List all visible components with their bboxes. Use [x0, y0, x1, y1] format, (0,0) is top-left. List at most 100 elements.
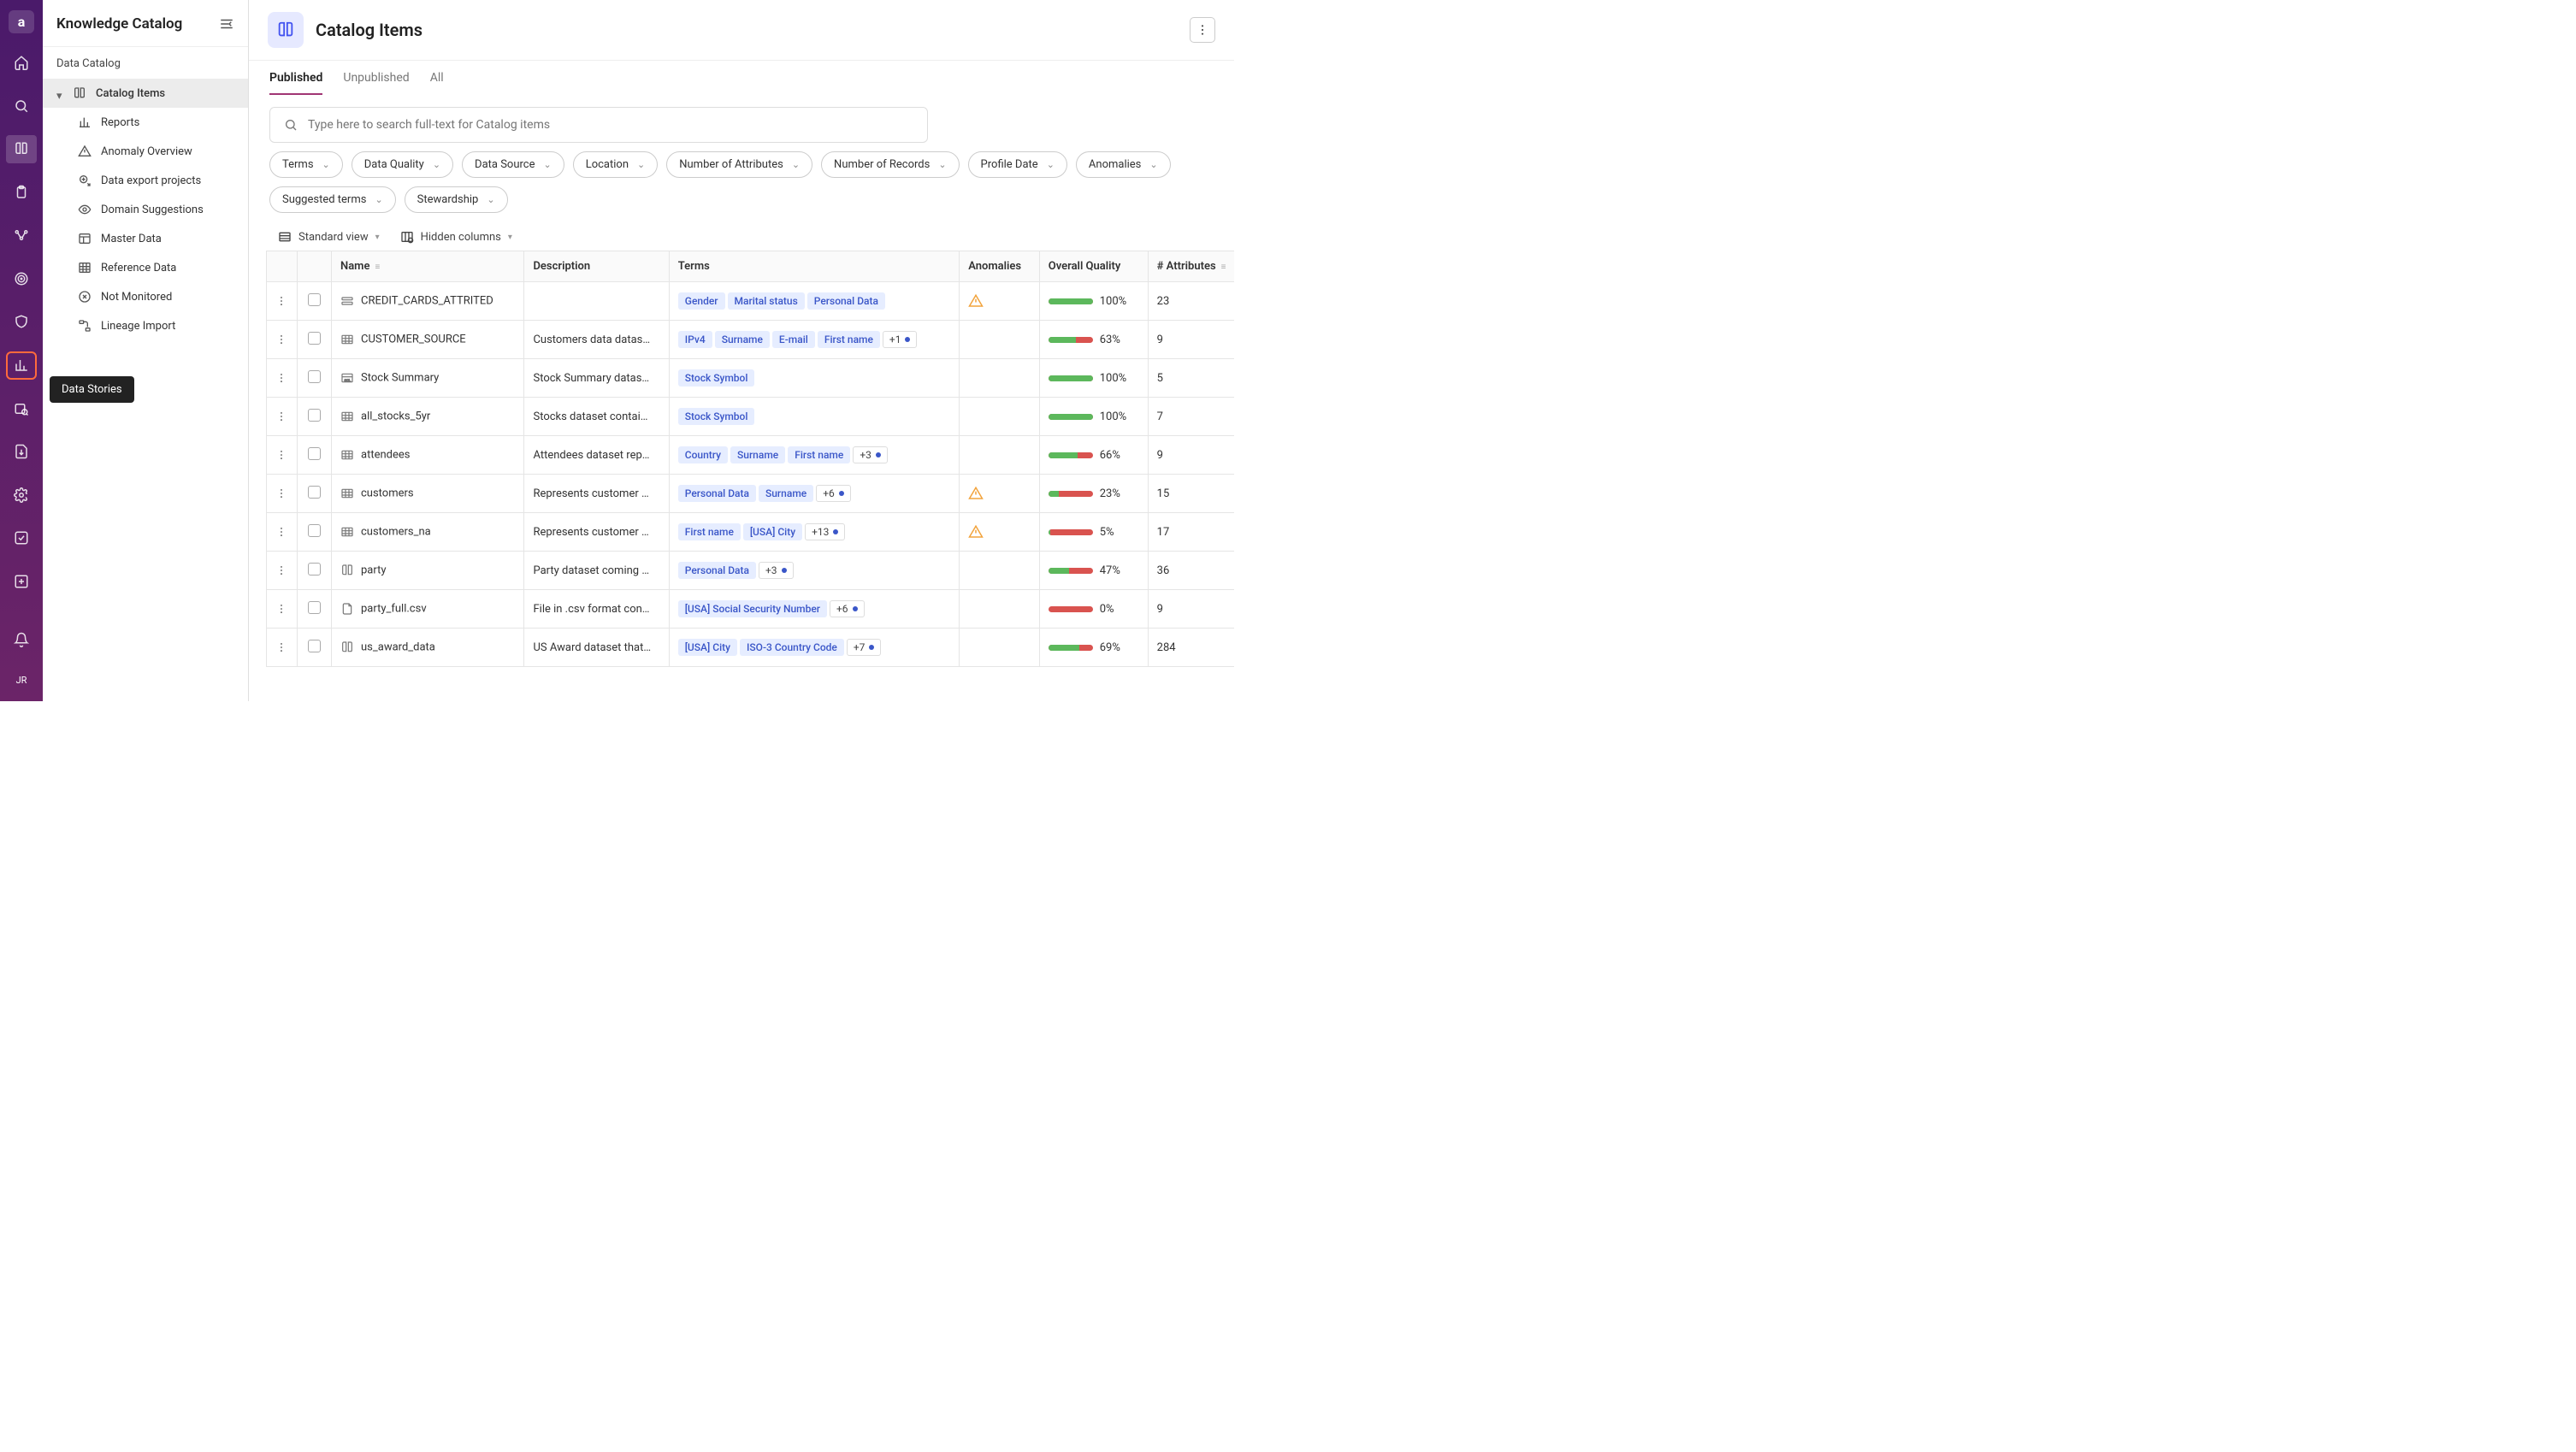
col-terms[interactable]: Terms	[669, 251, 959, 282]
term-tag[interactable]: First name	[818, 331, 880, 348]
term-tag[interactable]: Stock Symbol	[678, 408, 755, 425]
tab-all[interactable]: All	[430, 71, 444, 95]
table-row[interactable]: SQLStock SummaryStock Summary datas…Stoc…	[267, 359, 1235, 398]
filter-chip[interactable]: Number of Records⌄	[821, 151, 960, 178]
tab-unpublished[interactable]: Unpublished	[343, 71, 409, 95]
tree-item-reports[interactable]: Reports	[43, 108, 248, 137]
col-anomalies[interactable]: Anomalies	[960, 251, 1040, 282]
more-terms-badge[interactable]: +3	[853, 446, 888, 463]
collapse-panel-icon[interactable]	[219, 16, 234, 32]
page-more-button[interactable]	[1190, 17, 1215, 43]
term-tag[interactable]: Personal Data	[807, 292, 885, 310]
data-stories-icon[interactable]	[6, 351, 37, 380]
more-terms-badge[interactable]: +3	[759, 562, 794, 579]
knowledge-catalog-icon[interactable]	[6, 135, 37, 163]
term-tag[interactable]: First name	[678, 523, 741, 540]
filter-chip[interactable]: Data Quality⌄	[352, 151, 453, 178]
graph-icon[interactable]	[6, 221, 37, 250]
table-row[interactable]: CUSTOMER_SOURCECustomers data datas…IPv4…	[267, 321, 1235, 359]
tree-item-domain-suggestions[interactable]: Domain Suggestions	[43, 195, 248, 224]
export-icon[interactable]	[6, 438, 37, 466]
row-more-icon[interactable]	[275, 333, 288, 345]
term-tag[interactable]: Personal Data	[678, 562, 756, 579]
row-more-icon[interactable]	[275, 449, 288, 461]
row-more-icon[interactable]	[275, 410, 288, 422]
col-attributes[interactable]: # Attributes≡	[1148, 251, 1234, 282]
filter-chip[interactable]: Data Source⌄	[462, 151, 564, 178]
table-row[interactable]: all_stocks_5yrStocks dataset contai…Stoc…	[267, 398, 1235, 436]
row-more-icon[interactable]	[275, 295, 288, 307]
row-checkbox[interactable]	[308, 332, 321, 345]
more-terms-badge[interactable]: +6	[816, 485, 851, 502]
more-terms-badge[interactable]: +6	[830, 600, 865, 617]
term-tag[interactable]: Country	[678, 446, 728, 463]
target-icon[interactable]	[6, 265, 37, 293]
tree-item-lineage-import[interactable]: Lineage Import	[43, 311, 248, 340]
table-row[interactable]: attendeesAttendees dataset rep…CountrySu…	[267, 436, 1235, 475]
tab-published[interactable]: Published	[269, 71, 322, 95]
search-input[interactable]	[308, 118, 913, 132]
search-icon[interactable]	[6, 92, 37, 121]
row-checkbox[interactable]	[308, 486, 321, 499]
term-tag[interactable]: [USA] City	[678, 639, 737, 656]
table-row[interactable]: customers_naRepresents customer …First n…	[267, 513, 1235, 552]
col-name[interactable]: Name≡	[332, 251, 524, 282]
table-row[interactable]: customersRepresents customer …Personal D…	[267, 475, 1235, 513]
home-icon[interactable]	[6, 49, 37, 77]
filter-chip[interactable]: Location⌄	[573, 151, 659, 178]
row-more-icon[interactable]	[275, 641, 288, 653]
term-tag[interactable]: Surname	[715, 331, 770, 348]
more-terms-badge[interactable]: +7	[847, 639, 882, 656]
row-more-icon[interactable]	[275, 526, 288, 538]
filter-chip[interactable]: Suggested terms⌄	[269, 186, 396, 213]
row-more-icon[interactable]	[275, 603, 288, 615]
term-tag[interactable]: E-mail	[772, 331, 815, 348]
table-row[interactable]: us_award_dataUS Award dataset that…[USA]…	[267, 629, 1235, 667]
standard-view-toggle[interactable]: Standard view ▾	[278, 230, 380, 244]
term-tag[interactable]: IPv4	[678, 331, 712, 348]
tree-item-not-monitored[interactable]: Not Monitored	[43, 282, 248, 311]
tree-item-anomaly-overview[interactable]: Anomaly Overview	[43, 137, 248, 166]
table-row[interactable]: party_full.csvFile in .csv format con…[U…	[267, 590, 1235, 629]
term-tag[interactable]: Stock Symbol	[678, 369, 755, 387]
tree-item-reference-data[interactable]: Reference Data	[43, 253, 248, 282]
row-checkbox[interactable]	[308, 447, 321, 460]
hidden-columns-toggle[interactable]: Hidden columns ▾	[400, 230, 512, 244]
row-more-icon[interactable]	[275, 564, 288, 576]
row-checkbox[interactable]	[308, 370, 321, 383]
col-description[interactable]: Description	[524, 251, 669, 282]
tree-item-master-data[interactable]: Master Data	[43, 224, 248, 253]
row-more-icon[interactable]	[275, 372, 288, 384]
row-more-icon[interactable]	[275, 487, 288, 499]
bell-icon[interactable]	[6, 626, 37, 654]
row-checkbox[interactable]	[308, 524, 321, 537]
tree-root-catalog-items[interactable]: ▾ Catalog Items	[43, 79, 248, 108]
search-box[interactable]	[269, 107, 928, 143]
term-tag[interactable]: [USA] City	[743, 523, 802, 540]
app-logo[interactable]: a	[9, 10, 34, 33]
row-checkbox[interactable]	[308, 563, 321, 575]
term-tag[interactable]: Gender	[678, 292, 725, 310]
clipboard-icon[interactable]	[6, 179, 37, 207]
table-row[interactable]: CREDIT_CARDS_ATTRITEDGenderMarital statu…	[267, 282, 1235, 321]
row-checkbox[interactable]	[308, 293, 321, 306]
check-icon[interactable]	[6, 524, 37, 552]
explore-icon[interactable]	[6, 395, 37, 423]
filter-chip[interactable]: Profile Date⌄	[968, 151, 1067, 178]
more-terms-badge[interactable]: +1	[883, 331, 918, 348]
user-avatar[interactable]: JR	[9, 670, 33, 691]
col-quality[interactable]: Overall Quality	[1039, 251, 1148, 282]
more-terms-badge[interactable]: +13	[805, 523, 845, 540]
term-tag[interactable]: Marital status	[728, 292, 805, 310]
filter-chip[interactable]: Anomalies⌄	[1076, 151, 1171, 178]
row-checkbox[interactable]	[308, 640, 321, 652]
term-tag[interactable]: ISO-3 Country Code	[740, 639, 844, 656]
term-tag[interactable]: First name	[788, 446, 850, 463]
term-tag[interactable]: [USA] Social Security Number	[678, 600, 827, 617]
row-checkbox[interactable]	[308, 601, 321, 614]
filter-chip[interactable]: Stewardship⌄	[405, 186, 508, 213]
table-row[interactable]: partyParty dataset coming …Personal Data…	[267, 552, 1235, 590]
term-tag[interactable]: Surname	[759, 485, 813, 502]
term-tag[interactable]: Personal Data	[678, 485, 756, 502]
term-tag[interactable]: Surname	[730, 446, 785, 463]
